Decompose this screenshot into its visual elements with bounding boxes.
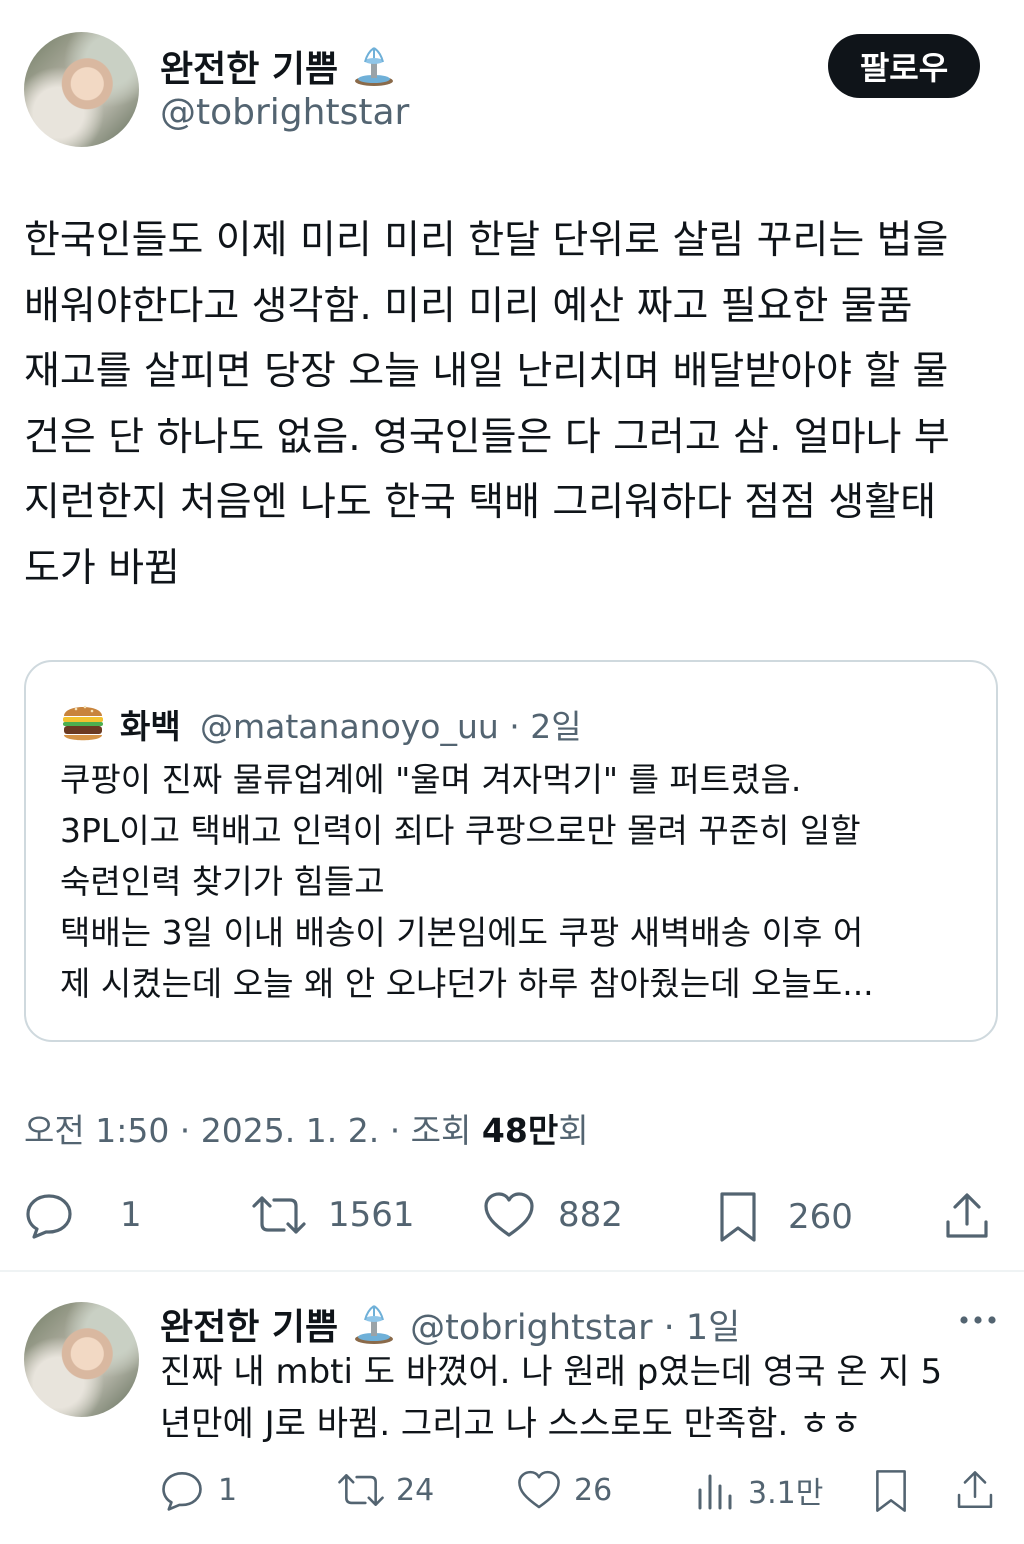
author-handle[interactable]: @tobrightstar bbox=[160, 92, 409, 133]
author-name[interactable]: 완전한 기쁨 bbox=[160, 40, 338, 92]
reply-repost-count: 24 bbox=[396, 1472, 435, 1508]
fountain-emoji-icon bbox=[352, 1302, 396, 1346]
quoted-tweet-text: 쿠팡이 진짜 물류업계에 "울며 겨자먹기" 를 퍼트렸음. 3PL이고 택배고… bbox=[60, 760, 874, 1003]
more-options-button[interactable] bbox=[956, 1306, 1000, 1334]
view-count: 48만 bbox=[481, 1111, 559, 1150]
tweet-text: 한국인들도 이제 미리 미리 한달 단위로 살림 꾸리는 법을 배워야한다고 생… bbox=[24, 218, 950, 591]
reply-button[interactable]: 1 bbox=[24, 1190, 142, 1240]
views-icon bbox=[698, 1474, 732, 1510]
share-button[interactable] bbox=[942, 1190, 992, 1242]
repost-count: 1561 bbox=[328, 1195, 415, 1235]
bookmark-button[interactable]: 260 bbox=[716, 1190, 853, 1244]
bookmark-icon bbox=[720, 1192, 756, 1242]
reply-author-avatar[interactable] bbox=[24, 1302, 139, 1417]
heart-icon bbox=[518, 1470, 560, 1509]
reply-like-count: 26 bbox=[574, 1472, 613, 1508]
reply-text: 진짜 내 mbti 도 바꼈어. 나 원래 p였는데 영국 온 지 5 년만에 … bbox=[160, 1352, 943, 1444]
reply-count: 1 bbox=[120, 1195, 142, 1235]
reply-icon bbox=[162, 1471, 202, 1511]
quoted-author-name[interactable]: 화백 bbox=[120, 700, 181, 748]
like-button[interactable]: 882 bbox=[482, 1190, 623, 1240]
quoted-tweet-card[interactable]: 화백 @matananoyo_uu · 2일 쿠팡이 진짜 물류업계에 "울며 … bbox=[24, 660, 998, 1042]
reply-bookmark-button[interactable] bbox=[872, 1468, 910, 1514]
reply-header: 완전한 기쁨 @tobrightstar · 1일 bbox=[160, 1298, 740, 1350]
reply-like-button[interactable]: 26 bbox=[516, 1468, 612, 1512]
reply-repost-button[interactable]: 24 bbox=[336, 1468, 434, 1512]
reply-author-handle[interactable]: @tobrightstar · 1일 bbox=[410, 1299, 740, 1350]
heart-icon bbox=[484, 1192, 534, 1237]
reply-views-count: 3.1만 bbox=[748, 1476, 824, 1511]
reply-icon bbox=[26, 1194, 72, 1239]
bookmark-count: 260 bbox=[788, 1197, 853, 1237]
author-avatar[interactable] bbox=[24, 32, 139, 147]
share-icon bbox=[946, 1193, 988, 1238]
like-count: 882 bbox=[558, 1195, 623, 1235]
follow-button[interactable]: 팔로우 bbox=[828, 34, 980, 98]
reply-reply-count: 1 bbox=[218, 1472, 238, 1508]
reply-author-name[interactable]: 완전한 기쁨 bbox=[160, 1298, 338, 1350]
repost-icon bbox=[338, 1474, 384, 1506]
burger-emoji-icon bbox=[60, 696, 106, 748]
reply-share-button[interactable] bbox=[954, 1468, 996, 1512]
share-icon bbox=[957, 1471, 993, 1509]
repost-icon bbox=[252, 1196, 306, 1234]
bookmark-icon bbox=[876, 1470, 906, 1512]
quoted-author-handle[interactable]: @matananoyo_uu · 2일 bbox=[200, 700, 582, 748]
reply-views-button[interactable]: 3.1만 bbox=[694, 1468, 823, 1512]
divider bbox=[0, 1270, 1024, 1272]
fountain-emoji-icon bbox=[352, 44, 396, 88]
reply-reply-button[interactable]: 1 bbox=[160, 1468, 237, 1512]
view-count-suffix: 회 bbox=[558, 1111, 589, 1150]
tweet-meta: 오전 1:50 · 2025. 1. 2. · 조회 48만회 bbox=[24, 1104, 589, 1152]
more-icon bbox=[960, 1316, 996, 1324]
repost-button[interactable]: 1561 bbox=[250, 1190, 415, 1240]
tweet-timestamp[interactable]: 오전 1:50 · 2025. 1. 2. · 조회 bbox=[24, 1111, 482, 1150]
author-name-row: 완전한 기쁨 bbox=[160, 40, 396, 92]
